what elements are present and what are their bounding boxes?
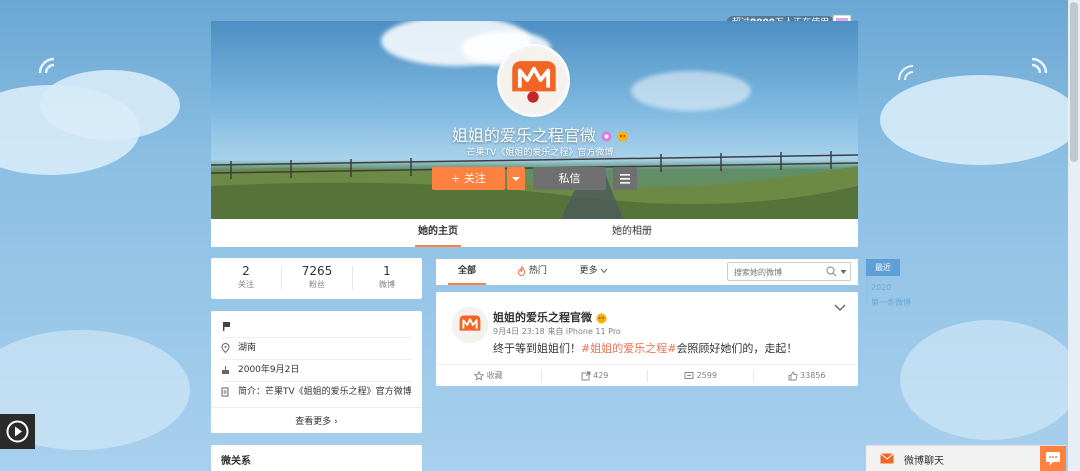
menu-icon <box>620 174 630 184</box>
see-more-link[interactable]: 查看更多 › <box>211 414 422 427</box>
wifi-decoration-icon <box>898 65 914 81</box>
star-icon <box>473 370 485 381</box>
stat-posts[interactable]: 1 微博 <box>352 264 422 291</box>
stat-following[interactable]: 2 关注 <box>211 264 281 291</box>
media-play-button[interactable] <box>0 414 35 449</box>
relations-title: 微关系 <box>221 456 251 467</box>
verified-badge-icon <box>596 313 607 323</box>
background-cloud <box>880 75 1080 165</box>
member-badge-icon <box>601 131 612 142</box>
post-meta[interactable]: 9月4日 23:18 来自 iPhone 11 Pro <box>493 326 621 337</box>
profile-tab-bar: 她的主页 她的相册 <box>211 219 858 247</box>
birthday-row: 2000年9月2日 <box>221 363 299 377</box>
feed-tab-hot[interactable]: 热门 <box>510 259 554 285</box>
follow-button[interactable]: + 关注 <box>432 167 505 190</box>
profile-description: 芒果TV《姐姐的爱乐之程》官方微博 <box>466 148 614 158</box>
stat-followers[interactable]: 7265 粉丝 <box>282 264 352 291</box>
feed-tab-all[interactable]: 全部 <box>448 259 486 285</box>
stats-card: 2 关注 7265 粉丝 1 微博 <box>211 258 422 299</box>
flag-icon <box>223 322 230 331</box>
background-cloud <box>40 70 180 140</box>
chevron-down-icon <box>601 268 608 273</box>
chevron-down-icon[interactable] <box>840 269 847 275</box>
play-icon <box>6 420 29 443</box>
post-author-avatar[interactable] <box>452 307 488 343</box>
profile-avatar[interactable] <box>497 44 570 117</box>
wifi-decoration-icon <box>1031 57 1048 74</box>
tab-home[interactable]: 她的主页 <box>415 219 461 247</box>
like-button[interactable]: 33856 <box>754 365 859 387</box>
profile-info-card: 湖南 2000年9月2日 简介：芒果TV《姐姐的爱乐之程》官方微博 查看更多 › <box>211 311 422 433</box>
intro-row: 简介：芒果TV《姐姐的爱乐之程》官方微博 <box>221 385 412 399</box>
feed-post: 姐姐的爱乐之程官微 9月4日 23:18 来自 iPhone 11 Pro 终于… <box>436 292 858 386</box>
profile-nickname: 姐姐的爱乐之程官微 <box>420 122 660 146</box>
post-actions-bar: 收藏 429 2599 33856 <box>436 364 858 386</box>
repost-icon <box>581 371 591 380</box>
comment-icon <box>684 371 694 379</box>
thumbs-up-icon <box>788 371 798 380</box>
location-row: 湖南 <box>221 341 256 355</box>
hashtag-link[interactable]: #姐姐的爱乐之程# <box>581 342 676 355</box>
background-cloud <box>900 320 1080 440</box>
feed-tab-more[interactable]: 更多 <box>574 259 614 285</box>
repost-button[interactable]: 429 <box>542 365 647 387</box>
edit-icon <box>221 387 229 396</box>
location-pin-icon <box>221 342 230 353</box>
post-author-name[interactable]: 姐姐的爱乐之程官微 <box>493 309 607 325</box>
cake-icon <box>222 365 229 374</box>
chat-widget[interactable]: 微博聊天 <box>866 445 1066 471</box>
flame-icon <box>518 265 526 276</box>
timeline-first-post[interactable]: 第一条微博 <box>871 297 911 308</box>
scrollbar-thumb[interactable] <box>1070 2 1078 162</box>
post-text: 终于等到姐姐们！#姐姐的爱乐之程#会照顾好她们的，走起！ <box>493 342 798 355</box>
chat-bubble-icon <box>1046 452 1060 466</box>
tab-album[interactable]: 她的相册 <box>609 219 655 247</box>
comment-button[interactable]: 2599 <box>648 365 753 387</box>
relations-card: 微关系 <box>211 445 422 471</box>
more-menu-button[interactable] <box>613 167 637 190</box>
search-input[interactable] <box>734 265 824 279</box>
timeline-year[interactable]: 2020 <box>871 283 891 292</box>
message-button[interactable]: 私信 <box>533 167 606 190</box>
mail-icon <box>880 453 894 464</box>
post-search-box <box>727 262 851 281</box>
wifi-decoration-icon <box>38 57 55 74</box>
verified-badge-icon <box>617 131 628 142</box>
timeline-recent[interactable]: 最近 <box>866 259 900 276</box>
chevron-down-icon <box>512 177 520 181</box>
search-icon[interactable] <box>826 266 837 277</box>
chevron-down-icon[interactable] <box>834 304 846 312</box>
chat-label: 微博聊天 <box>904 456 944 467</box>
follow-options-button[interactable] <box>507 167 525 190</box>
favorite-button[interactable]: 收藏 <box>436 365 541 387</box>
timeline-line <box>866 276 868 304</box>
chat-open-button[interactable] <box>1040 446 1066 471</box>
